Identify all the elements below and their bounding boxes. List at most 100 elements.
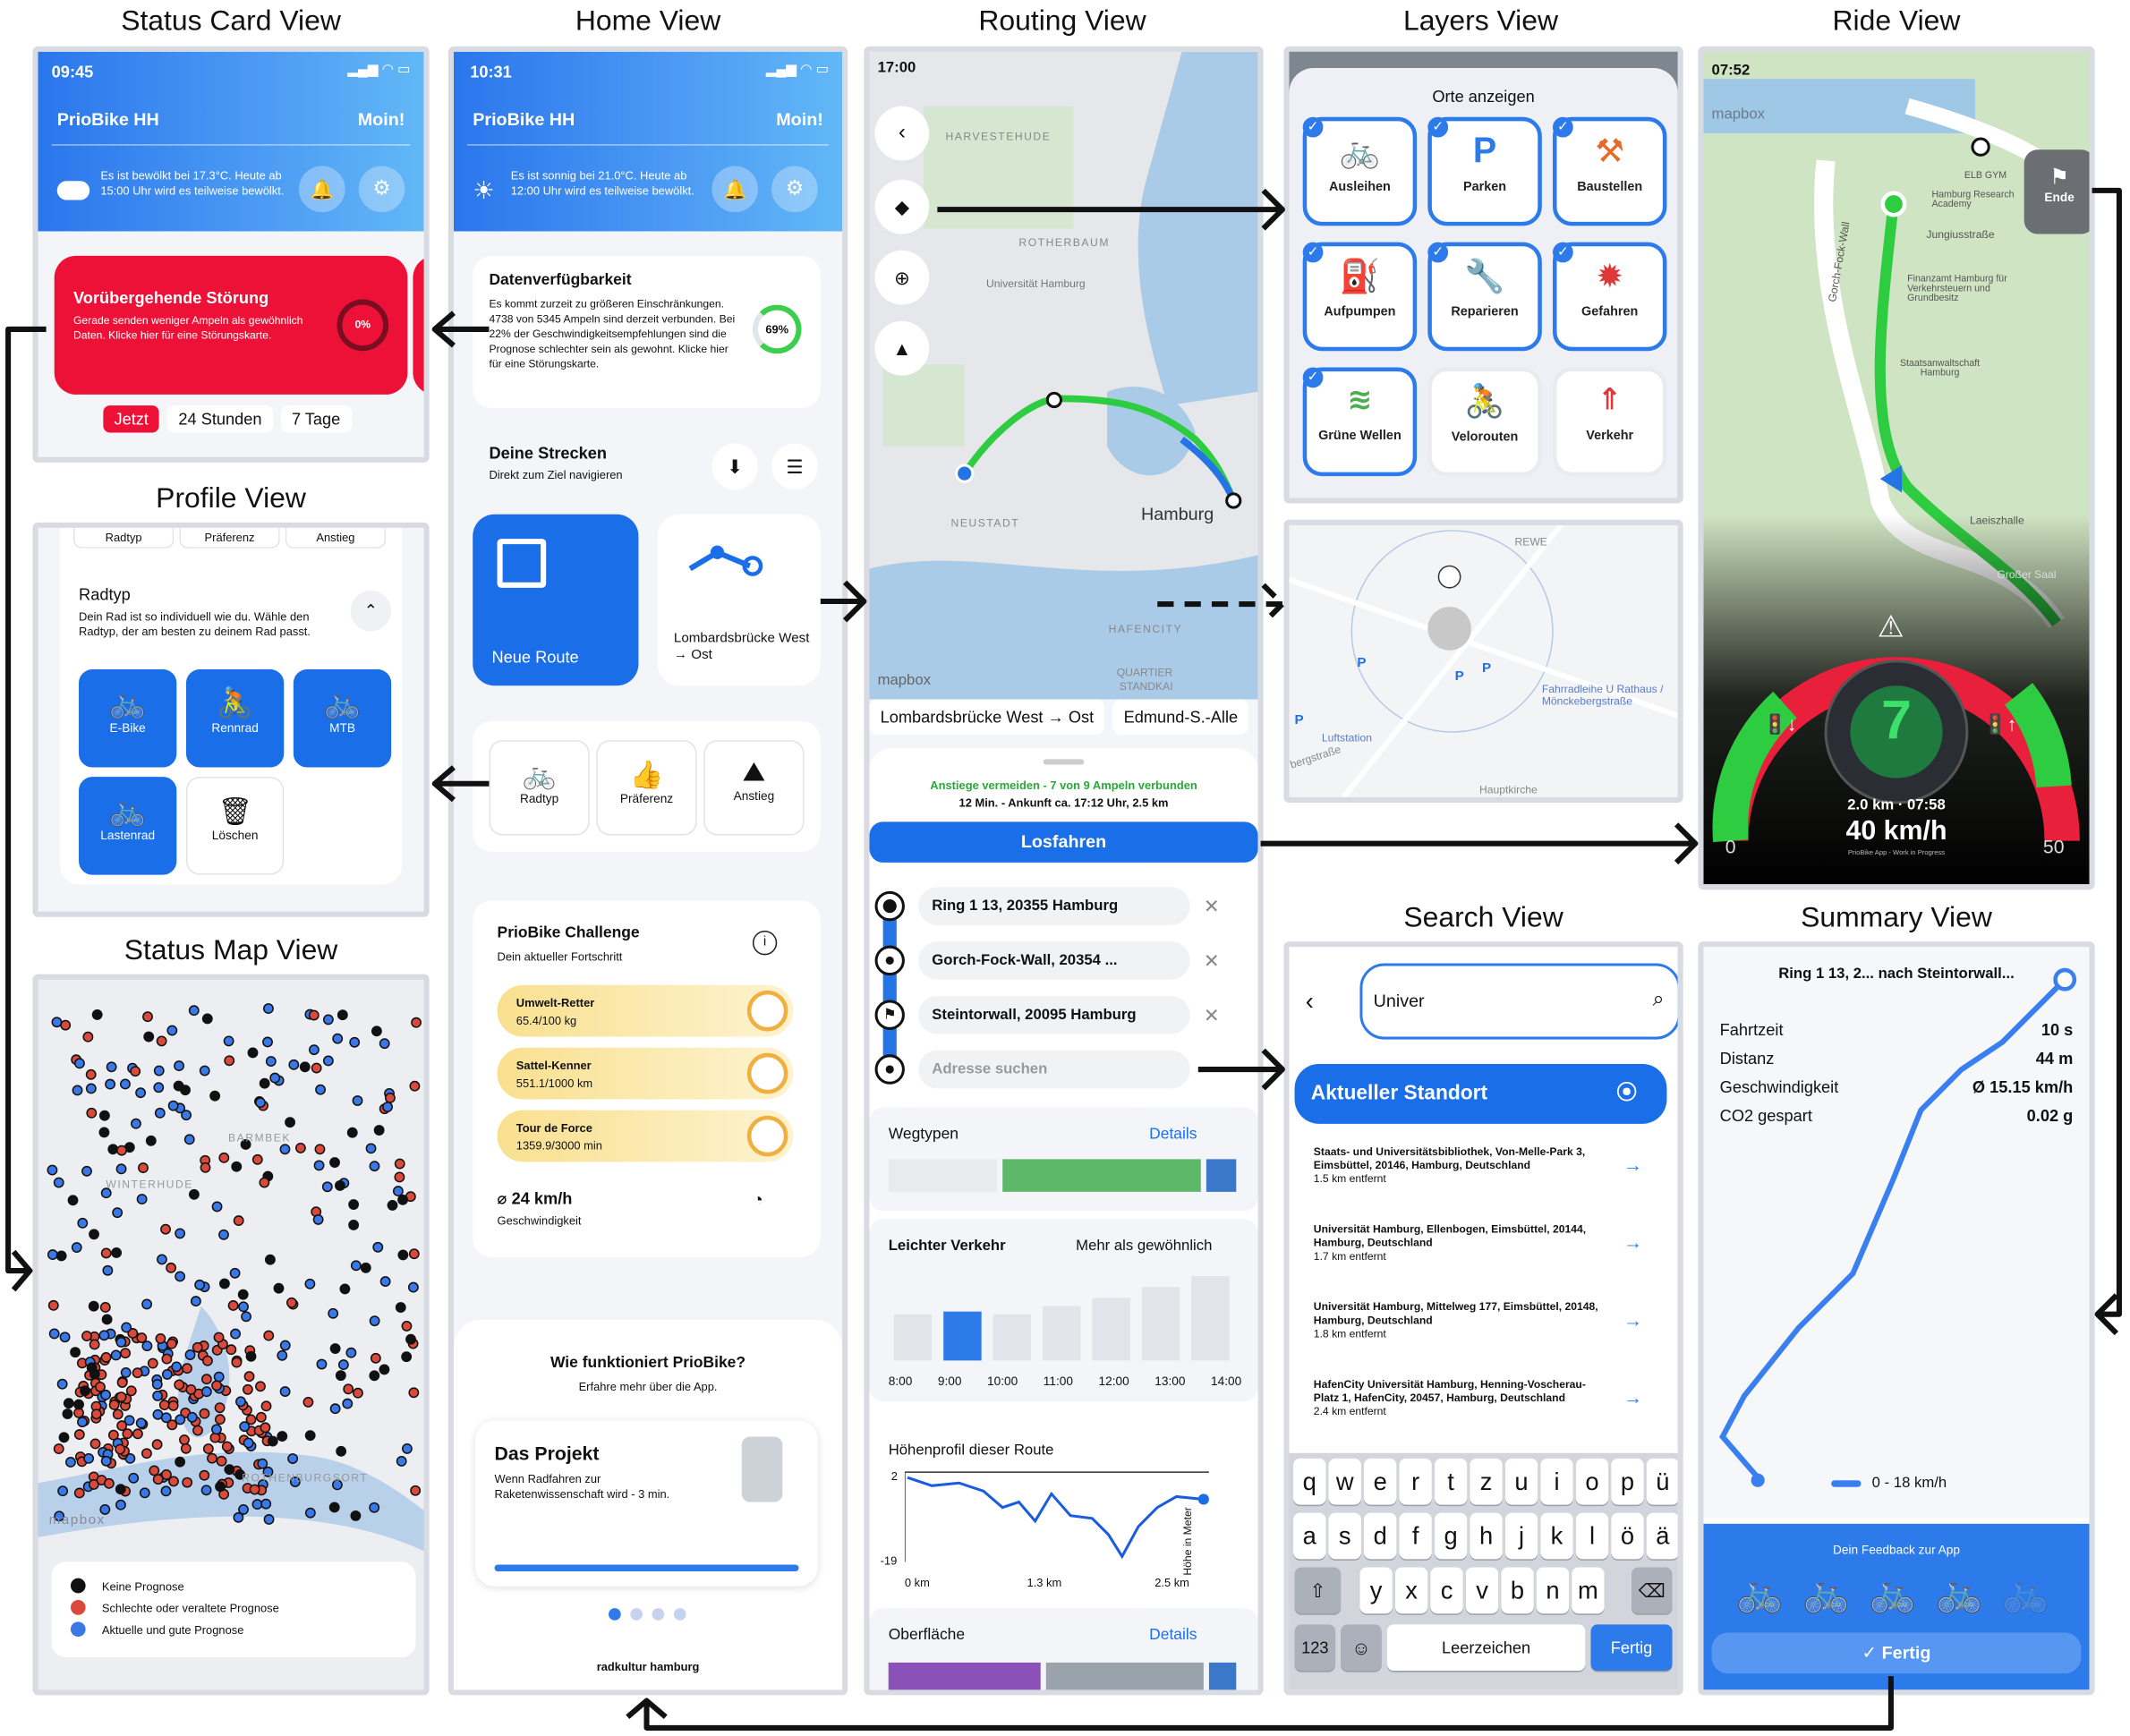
key-w[interactable]: w (1328, 1458, 1361, 1505)
parking-marker[interactable]: P (1357, 656, 1366, 671)
search-input[interactable]: Univer ⌕ (1359, 963, 1678, 1040)
stop-add[interactable]: Adresse suchen (869, 1048, 1257, 1092)
info-icon[interactable]: i (752, 930, 778, 956)
challenge-item-1[interactable]: Sattel-Kenner 551.1/1000 km (497, 1047, 794, 1100)
layer-ausleihen[interactable]: ✓ 🚲 Ausleihen (1302, 116, 1418, 226)
key-ü[interactable]: ü (1646, 1458, 1678, 1505)
key-ä[interactable]: ä (1646, 1512, 1678, 1560)
key-g[interactable]: g (1434, 1512, 1468, 1560)
tab-praeferenz[interactable]: Präferenz (179, 527, 280, 549)
pref-anstieg[interactable]: ⛰ Anstieg (703, 740, 805, 836)
bell-icon[interactable]: 🔔 (298, 166, 345, 213)
bike-lastenrad[interactable]: 🚲 Lastenrad (79, 777, 177, 875)
arrow-right-icon[interactable]: → (1623, 1309, 1642, 1331)
layer-parken[interactable]: ✓ P Parken (1427, 116, 1542, 226)
tab-24h[interactable]: 24 Stunden (167, 405, 273, 433)
stop-1[interactable]: Gorch-Fock-Wall, 20354 ... ✕ (869, 939, 1257, 983)
parking-marker[interactable]: P (1482, 661, 1491, 677)
stop-0[interactable]: Ring 1 13, 20355 Hamburg ✕ (869, 884, 1257, 928)
key-p[interactable]: p (1611, 1458, 1644, 1505)
bell-icon[interactable]: 🔔 (711, 166, 758, 213)
tab-jetzt[interactable]: Jetzt (103, 405, 160, 433)
key-y[interactable]: y (1359, 1567, 1393, 1614)
layer-gefahren[interactable]: ✓ ✹ Gefahren (1552, 242, 1667, 352)
key-k[interactable]: k (1540, 1512, 1573, 1560)
key-u[interactable]: u (1504, 1458, 1538, 1505)
key-f[interactable]: f (1399, 1512, 1432, 1560)
layer-velorouten[interactable]: 🚴 Velorouten (1427, 367, 1542, 477)
new-route-button[interactable]: Neue Route (473, 514, 639, 686)
gear-icon[interactable]: ⚙ (358, 166, 405, 213)
numbers-key[interactable]: 123 (1294, 1624, 1336, 1672)
layers-icon[interactable]: ◆ (874, 179, 930, 234)
key-e[interactable]: e (1363, 1458, 1397, 1505)
bike-star-icon[interactable]: 🚲 (1802, 1570, 1850, 1615)
saved-route-card[interactable]: Lombardsbrücke West → Ost (657, 514, 821, 686)
key-c[interactable]: c (1430, 1567, 1463, 1614)
tab-radtyp[interactable]: Radtyp (72, 527, 175, 549)
bike-star-icon[interactable]: 🚲 (1935, 1570, 1982, 1615)
key-o[interactable]: o (1575, 1458, 1609, 1505)
remove-icon[interactable]: ✕ (1204, 895, 1220, 918)
layer-verkehr[interactable]: ⇑ Verkehr (1552, 367, 1667, 477)
layer-aufpumpen[interactable]: ✓ ⛽ Aufpumpen (1302, 242, 1418, 352)
key-d[interactable]: d (1363, 1512, 1397, 1560)
search-result[interactable]: Staats- und Universitätsbibliothek, Von-… (1314, 1145, 1599, 1187)
compass-icon[interactable]: ▲ (874, 320, 930, 376)
key-r[interactable]: r (1399, 1458, 1432, 1505)
search-result[interactable]: Universität Hamburg, Ellenbogen, Eimsbüt… (1314, 1223, 1599, 1264)
key-h[interactable]: h (1470, 1512, 1503, 1560)
arrow-right-icon[interactable]: → (1623, 1386, 1642, 1408)
parking-marker[interactable]: P (1455, 669, 1464, 685)
bike-star-icon[interactable]: 🚲 (1869, 1570, 1916, 1615)
current-location-button[interactable]: Aktueller Standort ⦿ (1294, 1063, 1667, 1124)
end-ride-button[interactable]: ⚑ Ende (2024, 149, 2090, 234)
route-tab-1[interactable]: Edmund-S.-Alle (1112, 699, 1249, 736)
key-z[interactable]: z (1470, 1458, 1503, 1505)
key-a[interactable]: a (1293, 1512, 1326, 1560)
done-key[interactable]: Fertig (1590, 1624, 1673, 1672)
remove-icon[interactable]: ✕ (1204, 1003, 1220, 1026)
routing-map[interactable]: 17:00 ‹ ◆ ⊕ ▲ HARVESTEHUDE ROTHERBAUM Un… (869, 51, 1258, 700)
gear-icon[interactable]: ⚙ (771, 166, 818, 213)
key-j[interactable]: j (1504, 1512, 1538, 1560)
start-ride-button[interactable]: Losfahren (869, 821, 1258, 863)
layer-baustellen[interactable]: ✓ ⚒ Baustellen (1552, 116, 1667, 226)
alert-card[interactable]: Vorübergehende Störung Gerade senden wen… (54, 255, 408, 395)
parking-marker[interactable]: P (1295, 713, 1304, 728)
pref-praeferenz[interactable]: 👍 Präferenz (596, 740, 697, 836)
key-v[interactable]: v (1465, 1567, 1499, 1614)
locate-icon[interactable]: ⊕ (874, 250, 930, 305)
shift-key[interactable]: ⇧ (1294, 1567, 1342, 1614)
key-ö[interactable]: ö (1611, 1512, 1644, 1560)
tab-anstieg[interactable]: Anstieg (285, 527, 387, 549)
key-b[interactable]: b (1501, 1567, 1534, 1614)
remove-icon[interactable]: ✕ (1204, 949, 1220, 972)
drag-handle[interactable] (1043, 759, 1085, 765)
stop-2[interactable]: ⚑ Steintorwall, 20095 Hamburg ✕ (869, 993, 1257, 1037)
key-t[interactable]: t (1434, 1458, 1468, 1505)
delete-button[interactable]: 🗑 Löschen (185, 777, 285, 875)
pref-radtyp[interactable]: 🚲 Radtyp (489, 740, 590, 836)
backspace-key[interactable]: ⌫ (1631, 1567, 1673, 1614)
key-x[interactable]: x (1394, 1567, 1428, 1614)
bike-rennrad[interactable]: 🚴 Rennrad (185, 669, 285, 768)
feedback-rating[interactable]: 🚲 🚲 🚲 🚲 🚲 (1736, 1570, 2049, 1615)
emoji-key[interactable]: ☺ (1341, 1624, 1382, 1672)
back-icon[interactable]: ‹ (1306, 988, 1314, 1017)
bike-ebike[interactable]: 🚲 E-Bike (79, 669, 177, 768)
layer-reparieren[interactable]: ✓ 🔧 Reparieren (1427, 242, 1542, 352)
bike-mtb[interactable]: 🚲 MTB (293, 669, 392, 768)
challenge-item-0[interactable]: Umwelt-Retter 65.4/100 kg (497, 984, 794, 1037)
done-button[interactable]: ✓ Fertig (1711, 1632, 2082, 1674)
details-link[interactable]: Details (1149, 1127, 1197, 1143)
tab-7d[interactable]: 7 Tage (280, 405, 352, 433)
bike-star-icon[interactable]: 🚲 (1736, 1570, 1784, 1615)
download-icon[interactable]: ⬇ (711, 443, 758, 490)
data-availability-card[interactable]: Datenverfügbarkeit Es kommt zurzeit zu g… (473, 255, 821, 409)
arrow-right-icon[interactable]: → (1623, 1231, 1642, 1253)
search-result[interactable]: HafenCity Universität Hamburg, Henning-V… (1314, 1378, 1599, 1419)
key-q[interactable]: q (1293, 1458, 1326, 1505)
search-result[interactable]: Universität Hamburg, Mittelweg 177, Eims… (1314, 1301, 1599, 1342)
back-icon[interactable]: ‹ (874, 106, 930, 161)
